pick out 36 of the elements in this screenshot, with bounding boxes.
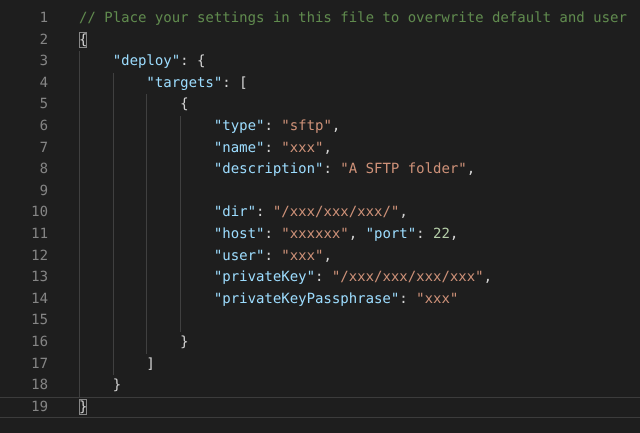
line-number: 8 [38, 160, 48, 180]
line-number: 13 [30, 268, 48, 288]
line-number: 19 [30, 398, 48, 417]
line-number: 15 [30, 311, 48, 330]
line-number: 9 [38, 182, 48, 201]
code-line: "dir": "/xxx/xxx/xxx/", [212, 204, 408, 220]
code-line: "host": "xxxxxx", "port": 22, [212, 226, 458, 242]
line-number: 1 [38, 9, 48, 28]
line-number: 18 [30, 376, 48, 396]
code-line: "type": "sftp", [212, 118, 340, 134]
code-line: "description": "A SFTP folder", [212, 161, 476, 178]
line-number: 14 [30, 290, 48, 309]
code-line: ] [145, 356, 155, 372]
code-line: } [79, 398, 88, 415]
code-line: "privateKey": "/xxx/xxx/xxx/xxx", [212, 269, 492, 286]
line-number: 17 [30, 354, 48, 374]
line-number: 16 [30, 332, 48, 352]
line-number: 7 [38, 138, 48, 158]
code-line: "user": "xxx", [212, 248, 332, 264]
line-number: 10 [30, 203, 48, 222]
code-line: "name": "xxx", [212, 140, 332, 156]
line-number: 2 [38, 30, 48, 50]
line-number: 3 [38, 52, 48, 72]
line-number: 12 [30, 246, 48, 266]
line-number: 5 [38, 95, 48, 114]
line-number: 11 [30, 224, 48, 244]
code-line: { [79, 32, 88, 48]
line-number: 4 [38, 74, 48, 93]
code-line: "deploy": { [112, 53, 206, 70]
code-line: } [112, 377, 122, 394]
code-line: { [179, 96, 189, 112]
code-line: "privateKeyPassphrase": "xxx" [212, 290, 458, 307]
code-line: // Place your settings in this file to overwrite default and user [79, 10, 627, 26]
code-line: } [179, 334, 189, 350]
code-line: "targets": [ [145, 74, 248, 91]
line-number: 6 [38, 116, 48, 136]
